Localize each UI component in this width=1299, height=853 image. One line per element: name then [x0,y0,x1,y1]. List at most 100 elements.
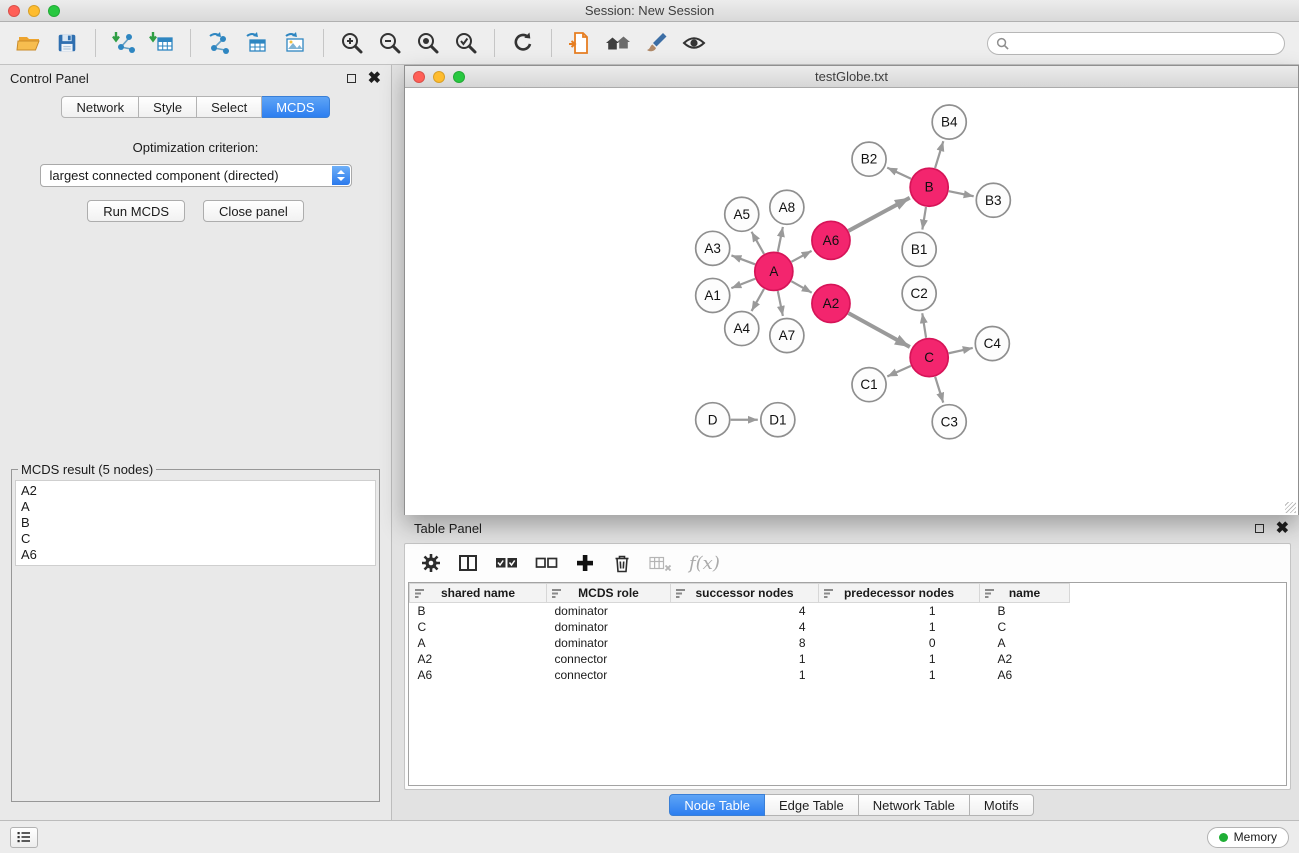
mcds-result-list[interactable]: A2ABCA6 [15,480,376,566]
memory-button[interactable]: Memory [1207,827,1289,848]
zoom-in-button[interactable] [333,25,371,61]
search-input[interactable] [1014,36,1276,50]
mcds-result-item[interactable]: C [21,531,370,547]
edge-C-C2[interactable] [922,313,926,338]
node-A1[interactable]: A1 [696,278,730,312]
search-box[interactable] [987,32,1285,55]
table-tab-network-table[interactable]: Network Table [859,794,970,816]
node-C2[interactable]: C2 [902,276,936,310]
export-table-button[interactable] [238,25,276,61]
node-C3[interactable]: C3 [932,405,966,439]
tab-select[interactable]: Select [197,96,262,118]
open-session-button[interactable] [10,25,48,61]
edge-C-C3[interactable] [935,377,943,403]
export-image-button[interactable] [276,25,314,61]
edge-B-B3[interactable] [949,191,974,196]
edge-A-A7[interactable] [778,291,783,316]
show-hide-details-button[interactable] [675,25,713,61]
edge-A-A4[interactable] [752,289,764,311]
close-window-button[interactable] [8,5,20,17]
select-all-button[interactable] [495,556,518,570]
mcds-result-item[interactable]: A [21,499,370,515]
mcds-result-item[interactable]: B [21,515,370,531]
node-A4[interactable]: A4 [725,311,759,345]
close-panel-button[interactable]: Close panel [203,200,304,222]
task-history-button[interactable] [10,827,38,848]
table-row[interactable]: Cdominator41C [410,619,1287,635]
table-row[interactable]: Bdominator41B [410,603,1287,619]
edge-C-C4[interactable] [949,348,973,353]
table-tab-motifs[interactable]: Motifs [970,794,1034,816]
network-zoom-button[interactable] [453,71,465,83]
column-header-successor-nodes[interactable]: successor nodes [671,584,819,603]
function-builder-button[interactable]: f(x) [689,553,720,574]
node-C[interactable]: C [910,339,948,377]
node-A6[interactable]: A6 [812,221,850,259]
mcds-result-item[interactable]: A2 [21,483,370,499]
edge-A2-C[interactable] [849,313,910,347]
edge-A-A3[interactable] [731,255,755,264]
delete-table-button[interactable] [649,555,672,572]
deselect-all-button[interactable] [535,556,558,570]
float-table-panel-icon[interactable] [1255,524,1264,533]
tab-mcds[interactable]: MCDS [262,96,329,118]
import-table-file-button[interactable] [143,25,181,61]
zoom-selected-button[interactable] [447,25,485,61]
home-first-neighbors-button[interactable] [599,25,637,61]
edge-A-A2[interactable] [791,281,811,292]
node-B4[interactable]: B4 [932,105,966,139]
node-D[interactable]: D [696,403,730,437]
zoom-window-button[interactable] [48,5,60,17]
save-session-button[interactable] [48,25,86,61]
zoom-fit-button[interactable] [409,25,447,61]
table-tab-node-table[interactable]: Node Table [669,794,765,816]
column-header-shared-name[interactable]: shared name [410,584,547,603]
table-tab-edge-table[interactable]: Edge Table [765,794,859,816]
edge-A-A8[interactable] [778,227,783,252]
node-B3[interactable]: B3 [976,183,1010,217]
table-row[interactable]: A6connector11A6 [410,667,1287,683]
edge-A-A5[interactable] [752,232,764,254]
new-session-button[interactable] [561,25,599,61]
column-header-mcds-role[interactable]: MCDS role [547,584,671,603]
close-table-panel-icon[interactable]: ✖ [1276,524,1289,534]
resize-grip[interactable] [1285,502,1296,513]
node-A5[interactable]: A5 [725,197,759,231]
edge-A6-B[interactable] [849,198,910,231]
mcds-result-item[interactable]: A6 [21,547,370,563]
run-mcds-button[interactable]: Run MCDS [87,200,185,222]
refresh-view-button[interactable] [504,25,542,61]
tab-style[interactable]: Style [139,96,197,118]
export-network-button[interactable] [200,25,238,61]
close-panel-icon[interactable]: ✖ [368,74,381,84]
node-B2[interactable]: B2 [852,142,886,176]
add-column-button[interactable] [575,553,595,573]
edge-B-B2[interactable] [887,168,911,179]
column-header-name[interactable]: name [980,584,1070,603]
node-B[interactable]: B [910,168,948,206]
table-row[interactable]: A2connector11A2 [410,651,1287,667]
node-B1[interactable]: B1 [902,232,936,266]
optimization-criterion-dropdown[interactable]: largest connected component (directed) [40,164,352,187]
edge-A-A6[interactable] [791,251,811,262]
edge-B-B4[interactable] [935,141,943,168]
edge-C-C1[interactable] [887,366,911,377]
node-A7[interactable]: A7 [770,319,804,353]
delete-selected-button[interactable] [612,553,632,573]
network-canvas[interactable]: B4B2BB3A8A5A6A3B1AC2A1A2A4A7C4CC1C3DD1 [405,88,1298,515]
edge-A-A1[interactable] [731,279,755,288]
show-columns-button[interactable] [458,553,478,573]
edge-B-B1[interactable] [922,207,926,230]
node-A8[interactable]: A8 [770,190,804,224]
apply-style-button[interactable] [637,25,675,61]
network-close-button[interactable] [413,71,425,83]
node-A3[interactable]: A3 [696,231,730,265]
table-settings-button[interactable] [421,553,441,573]
node-A[interactable]: A [755,252,793,290]
node-A2[interactable]: A2 [812,284,850,322]
tab-network[interactable]: Network [61,96,139,118]
table-row[interactable]: Adominator80A [410,635,1287,651]
network-minimize-button[interactable] [433,71,445,83]
float-panel-icon[interactable] [347,74,356,83]
node-D1[interactable]: D1 [761,403,795,437]
